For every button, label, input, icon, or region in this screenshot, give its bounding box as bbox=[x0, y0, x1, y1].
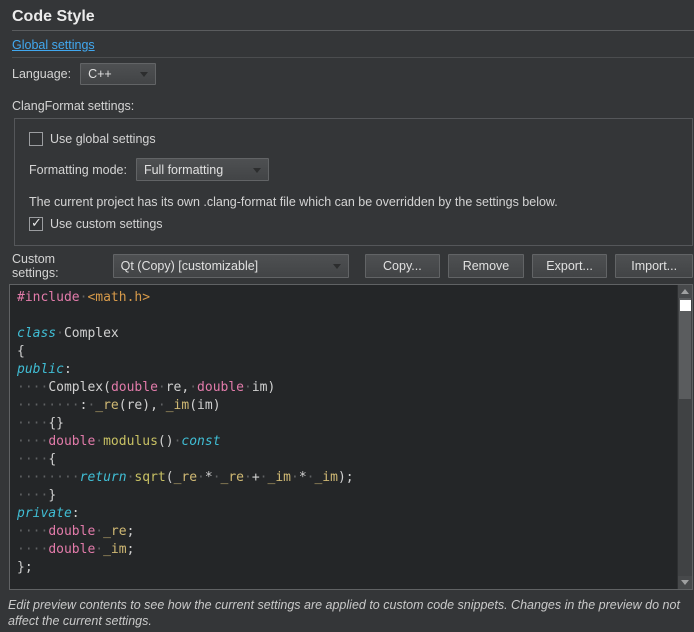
formatting-mode-combobox-value: Full formatting bbox=[144, 163, 223, 177]
code-line: ····double·modulus()·const bbox=[17, 433, 677, 451]
custom-settings-label: Custom settings: bbox=[12, 252, 105, 280]
code-line: }; bbox=[17, 559, 677, 577]
custom-settings-row: Custom settings: Qt (Copy) [customizable… bbox=[12, 252, 693, 280]
code-line: ····double·_im; bbox=[17, 541, 677, 559]
use-global-settings-checkbox[interactable]: Use global settings bbox=[29, 132, 156, 146]
code-line: public: bbox=[17, 361, 677, 379]
custom-settings-combobox-value: Qt (Copy) [customizable] bbox=[121, 259, 259, 273]
export-button[interactable]: Export... bbox=[532, 254, 608, 278]
code-line: ········return·sqrt(_re·*·_re·+·_im·*·_i… bbox=[17, 469, 677, 487]
formatting-mode-label: Formatting mode: bbox=[29, 163, 127, 177]
code-line bbox=[17, 307, 677, 325]
code-line: class·Complex bbox=[17, 325, 677, 343]
copy-button[interactable]: Copy... bbox=[365, 254, 441, 278]
use-global-settings-label: Use global settings bbox=[50, 132, 156, 146]
arrow-up-icon bbox=[681, 289, 689, 294]
code-line: #include·<math.h> bbox=[17, 289, 677, 307]
code-line: { bbox=[17, 343, 677, 361]
clangformat-groupbox: Use global settings Formatting mode: Ful… bbox=[14, 118, 693, 246]
checkbox-icon[interactable] bbox=[29, 132, 43, 146]
clangformat-settings-label: ClangFormat settings: bbox=[12, 99, 134, 113]
custom-settings-combobox[interactable]: Qt (Copy) [customizable] bbox=[113, 254, 349, 278]
scroll-up-button[interactable] bbox=[678, 285, 692, 298]
scrollbar-thumb[interactable] bbox=[679, 298, 691, 399]
code-line: ········:·_re(re),·_im(im) bbox=[17, 397, 677, 415]
code-line: ····} bbox=[17, 487, 677, 505]
code-content[interactable]: #include·<math.h> class·Complex{public:·… bbox=[10, 285, 677, 589]
language-row: Language: C++ bbox=[12, 63, 156, 85]
vertical-scrollbar[interactable] bbox=[677, 285, 692, 589]
page-title: Code Style bbox=[12, 8, 95, 26]
language-combobox[interactable]: C++ bbox=[80, 63, 156, 85]
use-custom-settings-label: Use custom settings bbox=[50, 217, 163, 231]
chevron-down-icon bbox=[253, 168, 261, 173]
arrow-down-icon bbox=[681, 580, 689, 585]
checkbox-icon[interactable] bbox=[29, 217, 43, 231]
link-divider bbox=[12, 57, 694, 58]
formatting-mode-combobox[interactable]: Full formatting bbox=[136, 158, 269, 181]
import-button[interactable]: Import... bbox=[615, 254, 693, 278]
footer-hint-text: Edit preview contents to see how the cur… bbox=[8, 597, 686, 629]
chevron-down-icon bbox=[140, 72, 148, 77]
use-custom-settings-checkbox[interactable]: Use custom settings bbox=[29, 217, 163, 231]
code-line: private: bbox=[17, 505, 677, 523]
code-preview-editor[interactable]: #include·<math.h> class·Complex{public:·… bbox=[9, 284, 693, 590]
language-combobox-value: C++ bbox=[88, 67, 112, 81]
clang-format-info-text: The current project has its own .clang-f… bbox=[29, 195, 682, 209]
code-line: ····Complex(double·re,·double·im) bbox=[17, 379, 677, 397]
remove-button[interactable]: Remove bbox=[448, 254, 524, 278]
chevron-down-icon bbox=[333, 264, 341, 269]
title-divider bbox=[12, 30, 694, 31]
code-line: ····{ bbox=[17, 451, 677, 469]
formatting-mode-row: Formatting mode: Full formatting bbox=[29, 158, 269, 181]
global-settings-link[interactable]: Global settings bbox=[12, 38, 95, 52]
scroll-down-button[interactable] bbox=[678, 576, 692, 589]
code-line: ····{} bbox=[17, 415, 677, 433]
code-line: ····double·_re; bbox=[17, 523, 677, 541]
cursor-position-marker bbox=[680, 300, 691, 311]
language-label: Language: bbox=[12, 67, 71, 81]
